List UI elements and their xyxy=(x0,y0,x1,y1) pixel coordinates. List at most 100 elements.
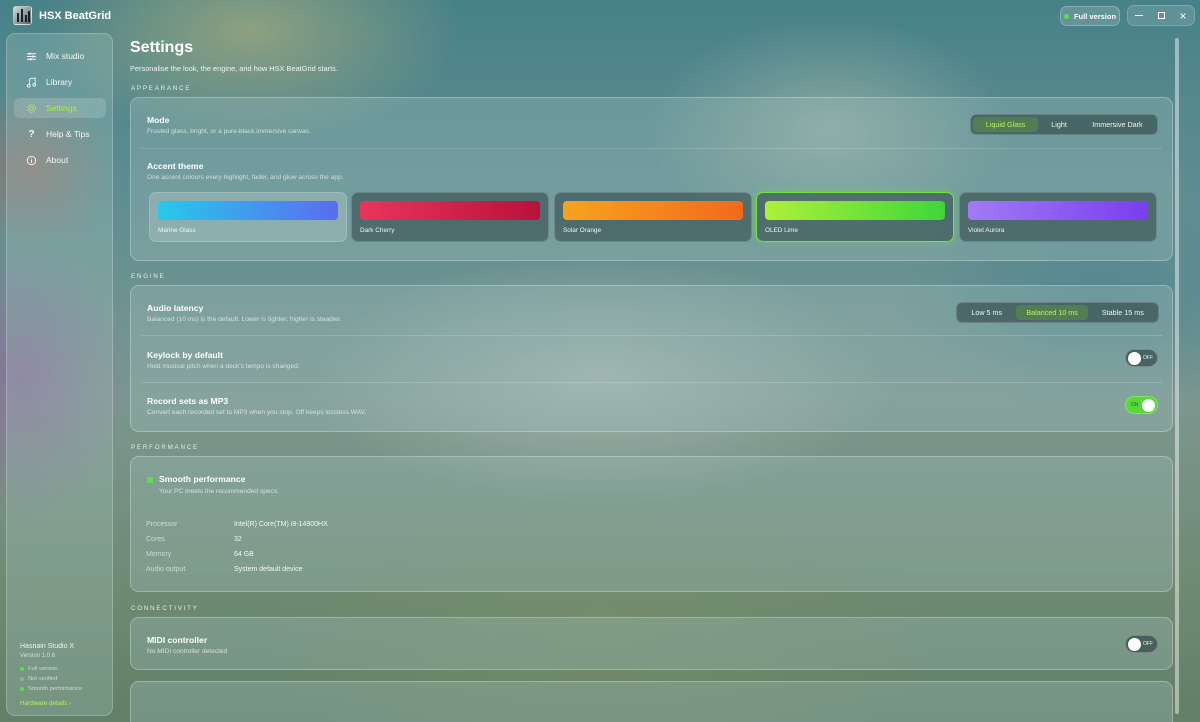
row-divider xyxy=(141,335,1162,336)
accent-swatch-violet-aurora[interactable]: Violet Aurora xyxy=(959,192,1157,242)
page-subtitle: Personalise the look, the engine, and ho… xyxy=(130,64,338,73)
performance-status-title: Smooth performance xyxy=(159,474,246,484)
spec-value-processor: Intel(R) Core(TM) i9-14900HX xyxy=(234,521,328,528)
status-dot-icon xyxy=(20,687,24,691)
status-full-version: Full version xyxy=(20,666,58,672)
spec-value-audio-output: System default device xyxy=(234,566,303,573)
section-label-appearance: APPEARANCE xyxy=(131,85,192,92)
maximize-icon xyxy=(1157,12,1165,19)
row-divider xyxy=(141,148,1162,149)
mode-option-light[interactable]: Light xyxy=(1040,117,1078,132)
settings-main: Settings Personalise the look, the engin… xyxy=(113,33,1188,722)
spec-label-cores: Cores xyxy=(146,536,165,543)
sidebar-item-settings[interactable]: Settings xyxy=(14,98,106,118)
toggle-state-label: OFF xyxy=(1143,355,1153,361)
app-logo-icon xyxy=(13,6,32,25)
accent-swatch-solar-orange[interactable]: Solar Orange xyxy=(554,192,752,242)
gear-icon xyxy=(26,103,37,114)
accent-swatch-marine-glass[interactable]: Marine Glass xyxy=(149,192,347,242)
full-version-label: Full version xyxy=(1073,11,1117,21)
next-settings-card xyxy=(130,681,1173,722)
swatch-label: Dark Cherry xyxy=(360,227,395,234)
sidebar-item-help[interactable]: ? Help & Tips xyxy=(14,124,106,144)
mode-option-immersive-dark[interactable]: Immersive Dark xyxy=(1080,117,1155,132)
accent-swatch-oled-lime[interactable]: OLED Lime xyxy=(756,192,954,242)
swatch-label: OLED Lime xyxy=(765,227,799,234)
toggle-knob xyxy=(1128,638,1141,651)
status-dot-icon xyxy=(20,677,24,681)
mode-option-liquid-glass[interactable]: Liquid Glass xyxy=(973,117,1039,132)
sidebar-item-about[interactable]: About xyxy=(14,150,106,170)
toggle-knob xyxy=(1142,399,1155,412)
connectivity-card: MIDI controller No MIDI controller detec… xyxy=(130,617,1173,670)
latency-option-balanced[interactable]: Balanced 10 ms xyxy=(1016,305,1088,320)
sidebar: Mix studio Library Settings ? Help & Tip… xyxy=(6,33,113,716)
keylock-desc: Hold musical pitch when a deck's tempo i… xyxy=(147,363,300,370)
status-label: Smooth performance xyxy=(28,686,83,692)
close-button[interactable]: × xyxy=(1175,9,1191,23)
mode-selector: Liquid Glass Light Immersive Dark xyxy=(970,114,1158,135)
section-label-engine: ENGINE xyxy=(131,273,166,280)
accent-swatch-dark-cherry[interactable]: Dark Cherry xyxy=(351,192,549,242)
latency-selector: Low 5 ms Balanced 10 ms Stable 15 ms xyxy=(956,302,1159,323)
status-label: Full version xyxy=(28,666,58,672)
sidebar-item-label: Settings xyxy=(46,103,77,113)
accent-title: Accent theme xyxy=(147,161,204,171)
toggle-state-label: OFF xyxy=(1143,641,1153,647)
app-title: HSX BeatGrid xyxy=(39,10,112,22)
app-version: Version 1.0.6 xyxy=(20,653,56,659)
sidebar-item-mix-studio[interactable]: Mix studio xyxy=(14,46,106,66)
section-label-performance: PERFORMANCE xyxy=(131,444,199,451)
row-divider xyxy=(141,382,1162,383)
midi-toggle[interactable]: OFF xyxy=(1125,635,1158,653)
maximize-button[interactable] xyxy=(1153,9,1169,23)
status-dot-icon xyxy=(20,667,24,671)
minimize-button[interactable] xyxy=(1131,9,1147,23)
latency-title: Audio latency xyxy=(147,303,204,313)
keylock-title: Keylock by default xyxy=(147,350,223,360)
toggle-knob xyxy=(1128,352,1141,365)
swatch-label: Marine Glass xyxy=(158,227,196,234)
swatch-color-bar xyxy=(968,201,1148,220)
title-bar: HSX BeatGrid Full version × xyxy=(0,0,1200,32)
swatch-label: Solar Orange xyxy=(563,227,602,234)
mp3-toggle[interactable]: ON xyxy=(1125,396,1158,414)
status-dot-icon xyxy=(1063,13,1069,19)
toggle-state-label: ON xyxy=(1131,402,1139,408)
sidebar-item-label: Library xyxy=(46,77,72,87)
mp3-title: Record sets as MP3 xyxy=(147,396,229,406)
hardware-details-link[interactable]: Hardware details › xyxy=(20,700,71,707)
music-note-icon xyxy=(26,76,37,88)
performance-status-icon xyxy=(147,477,153,483)
engine-card: Audio latency Balanced (10 ms) is the de… xyxy=(130,285,1173,432)
keylock-toggle[interactable]: OFF xyxy=(1125,349,1158,367)
spec-label-audio-output: Audio output xyxy=(146,566,186,573)
sidebar-item-library[interactable]: Library xyxy=(14,72,106,92)
accent-desc: One accent colours every highlight, fade… xyxy=(147,174,344,181)
midi-desc: No MIDI controller detected xyxy=(147,648,228,655)
scrollbar[interactable] xyxy=(1175,38,1179,714)
midi-title: MIDI controller xyxy=(147,635,208,645)
status-smooth-performance: Smooth performance xyxy=(20,686,82,692)
spec-label-processor: Processor xyxy=(146,521,178,528)
spec-label-memory: Memory xyxy=(146,551,172,558)
swatch-color-bar xyxy=(563,201,743,220)
mixer-icon xyxy=(26,51,37,62)
appearance-card: Mode Frosted glass, bright, or a pure-bl… xyxy=(130,97,1173,261)
swatch-color-bar xyxy=(158,201,338,220)
mode-desc: Frosted glass, bright, or a pure-black i… xyxy=(147,128,311,135)
latency-option-stable[interactable]: Stable 15 ms xyxy=(1090,305,1156,320)
performance-card: Smooth performance Your PC meets the rec… xyxy=(130,456,1173,592)
page-title: Settings xyxy=(130,39,194,56)
sidebar-item-label: Help & Tips xyxy=(46,129,90,139)
full-version-badge[interactable]: Full version xyxy=(1060,6,1120,26)
studio-name: Hasnain Studio X xyxy=(20,643,75,650)
section-label-connectivity: CONNECTIVITY xyxy=(131,605,199,612)
spec-value-cores: 32 xyxy=(234,536,242,543)
performance-status-desc: Your PC meets the recommended specs. xyxy=(159,488,279,495)
spec-value-memory: 64 GB xyxy=(234,551,254,558)
status-label: Not verified xyxy=(28,676,58,682)
swatch-color-bar xyxy=(765,201,945,220)
window-controls: × xyxy=(1127,5,1195,26)
latency-option-low[interactable]: Low 5 ms xyxy=(959,305,1014,320)
